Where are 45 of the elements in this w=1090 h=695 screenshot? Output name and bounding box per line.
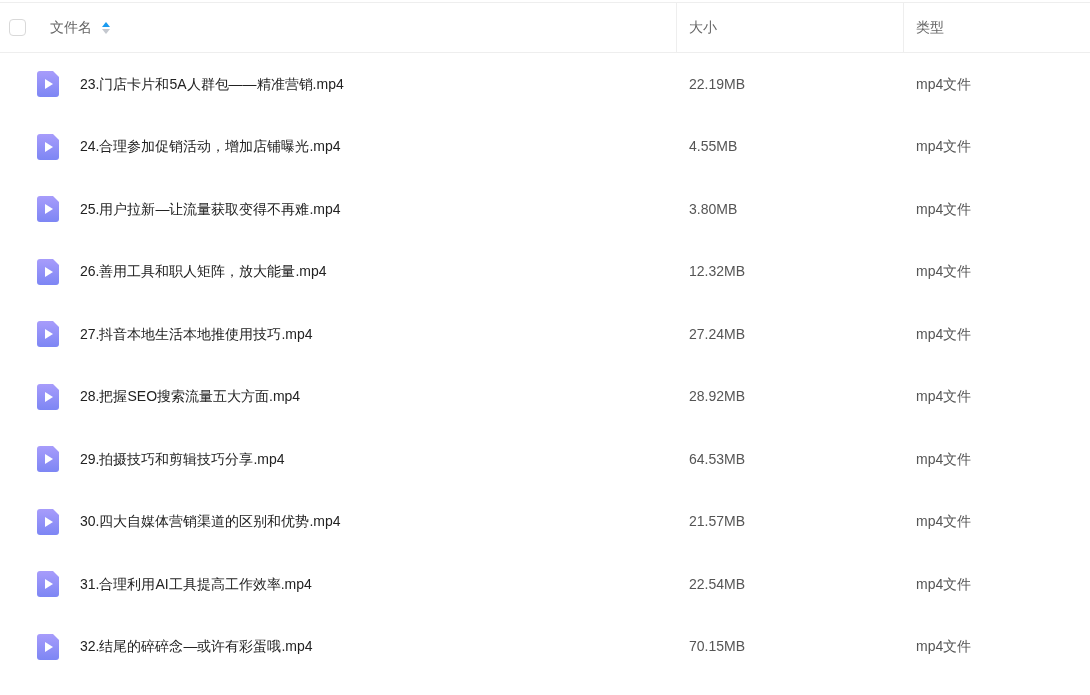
video-file-icon [37, 508, 59, 535]
column-header[interactable]: 文件名 [50, 17, 92, 38]
video-file-icon [37, 571, 59, 598]
file-type: mp4文件 [916, 138, 972, 155]
file-size: 64.53MB [689, 450, 746, 467]
file-name[interactable]: 28.把握SEO搜索流量五大方面.mp4 [80, 386, 301, 408]
file-size: 70.15MB [689, 638, 746, 655]
file-name[interactable]: 30.四大自媒体营销渠道的区别和优势.mp4 [80, 511, 341, 533]
file-type: mp4文件 [916, 200, 972, 217]
file-size: 27.24MB [689, 325, 746, 342]
file-size: 3.80MB [689, 200, 738, 217]
file-type: mp4文件 [916, 638, 972, 655]
video-file-icon [37, 196, 59, 223]
video-file-icon [37, 321, 59, 348]
file-size: 12.32MB [689, 263, 746, 280]
column-header[interactable]: 类型 [916, 17, 944, 38]
file-type: mp4文件 [916, 513, 972, 530]
file-name[interactable]: 23.门店卡片和5A人群包——精准营销.mp4 [80, 73, 344, 95]
file-type: mp4文件 [916, 388, 972, 405]
file-name[interactable]: 26.善用工具和职人矩阵，放大能量.mp4 [80, 261, 327, 283]
select-all-checkbox[interactable] [9, 19, 26, 36]
file-size: 22.19MB [689, 75, 746, 92]
file-size: 4.55MB [689, 138, 738, 155]
file-size: 21.57MB [689, 513, 746, 530]
file-type: mp4文件 [916, 450, 972, 467]
file-type: mp4文件 [916, 75, 972, 92]
sort-icon[interactable] [102, 20, 110, 35]
video-file-icon [37, 133, 59, 160]
column-header[interactable]: 大小 [689, 17, 717, 38]
video-file-icon [37, 633, 59, 660]
file-name[interactable]: 29.拍摄技巧和剪辑技巧分享.mp4 [80, 448, 285, 470]
file-name[interactable]: 31.合理利用AI工具提高工作效率.mp4 [80, 573, 312, 595]
video-file-icon [37, 383, 59, 410]
file-type: mp4文件 [916, 263, 972, 280]
video-file-icon [37, 446, 59, 473]
file-name[interactable]: 24.合理参加促销活动，增加店铺曝光.mp4 [80, 136, 341, 158]
file-name[interactable]: 32.结尾的碎碎念—或许有彩蛋哦.mp4 [80, 636, 313, 658]
file-name[interactable]: 27.抖音本地生活本地推使用技巧.mp4 [80, 323, 313, 345]
file-size: 22.54MB [689, 575, 746, 592]
file-type: mp4文件 [916, 325, 972, 342]
file-name[interactable]: 25.用户拉新—让流量获取变得不再难.mp4 [80, 198, 341, 220]
file-size: 28.92MB [689, 388, 746, 405]
file-type: mp4文件 [916, 575, 972, 592]
video-file-icon [37, 258, 59, 285]
video-file-icon [37, 71, 59, 98]
